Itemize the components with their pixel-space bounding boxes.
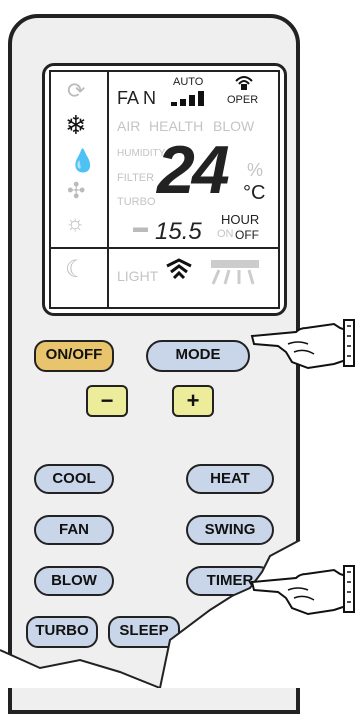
pointing-hand-mode-icon: [250, 319, 355, 370]
pointing-hand-timer-icon: [250, 565, 355, 616]
